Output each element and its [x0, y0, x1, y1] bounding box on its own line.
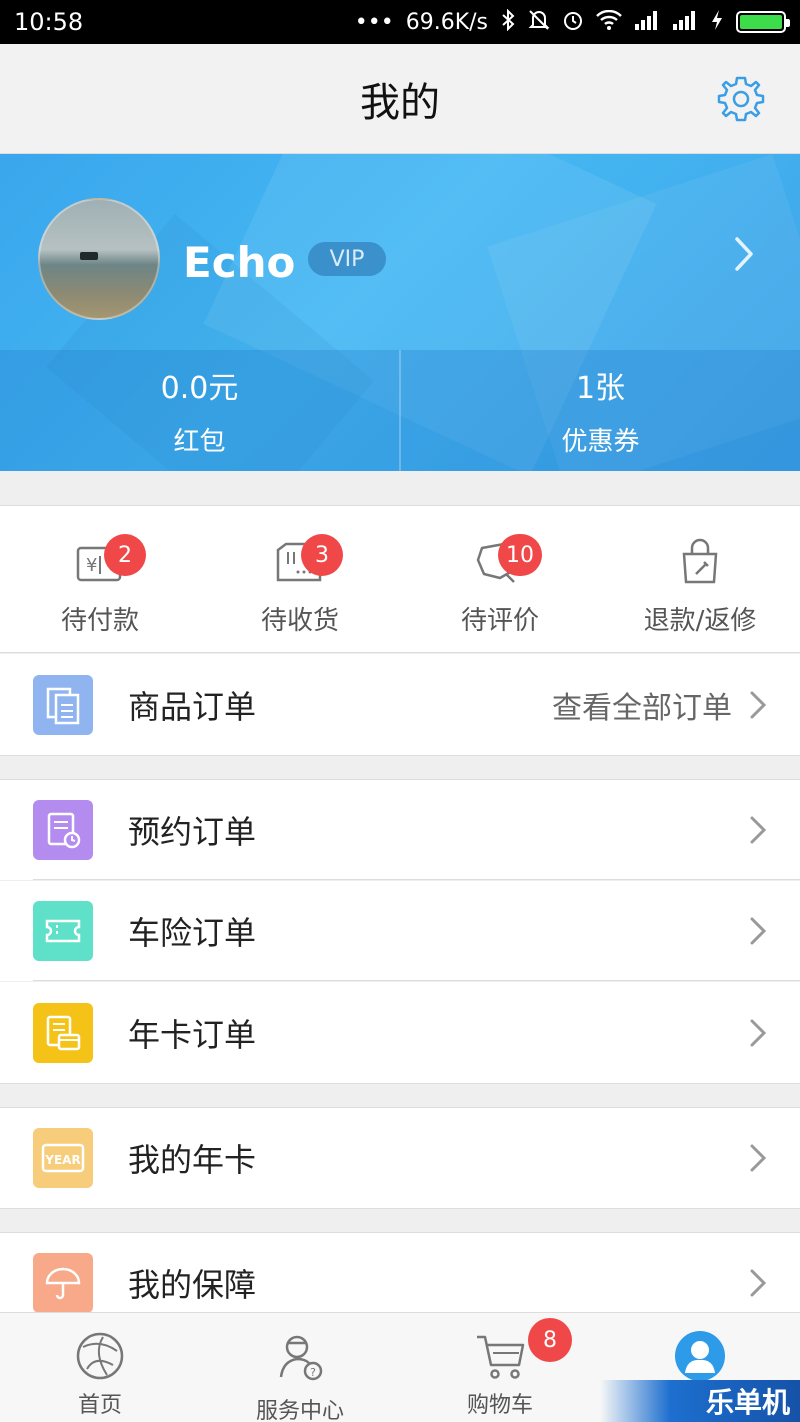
row-label: 车险订单: [128, 914, 257, 952]
order-status-label: 待评价: [460, 606, 539, 636]
divider: [0, 1208, 800, 1209]
avatar[interactable]: [38, 198, 160, 320]
row-my-annual-card[interactable]: YEAR 我的年卡: [0, 1108, 800, 1208]
more-dots-icon: •••: [354, 9, 394, 35]
status-bar: 10:58 ••• 69.6K/s: [0, 0, 800, 44]
svg-text:¥: ¥: [86, 555, 97, 576]
row-label: 年卡订单: [128, 1015, 257, 1054]
avatar-boat: [80, 252, 98, 260]
chevron-right-icon: [750, 917, 766, 945]
network-speed: 69.6K/s: [405, 9, 488, 35]
battery-icon: [736, 11, 790, 33]
profile-icon: [675, 1331, 725, 1381]
bluetooth-icon: [500, 8, 516, 36]
order-status-label: 待付款: [60, 606, 139, 636]
order-status-label: 退款/返修: [643, 606, 757, 636]
refund-icon: [682, 538, 718, 584]
status-icons: ••• 69.6K/s: [354, 8, 790, 36]
appointment-orders-icon: [33, 800, 93, 860]
nav-label: 首页: [77, 1393, 122, 1418]
order-status-pending-review[interactable]: 10 待评价: [400, 506, 600, 652]
profile-stats: 0.0元 红包 1张 优惠券: [0, 350, 800, 471]
svg-text:?: ?: [310, 1366, 316, 1379]
order-status-label: 待收货: [260, 606, 339, 636]
divider: [33, 980, 800, 981]
profile-banner[interactable]: Echo VIP 0.0元 红包 1张 优惠券: [0, 154, 800, 471]
watermark: 乐单机: [600, 1380, 800, 1422]
badge: 10: [498, 534, 542, 576]
charging-icon: [710, 9, 724, 36]
alarm-icon: [562, 9, 584, 36]
order-status-pending-delivery[interactable]: 3 待收货: [200, 506, 400, 652]
divider: [0, 755, 800, 756]
username: Echo: [183, 238, 296, 287]
row-appointment-orders[interactable]: 预约订单: [0, 780, 800, 880]
order-status-refund[interactable]: 退款/返修: [600, 506, 800, 652]
year-icon-text: YEAR: [44, 1153, 80, 1167]
order-status-row: ¥ 2 待付款 3 待收货 10 待评价 退款/返修: [0, 505, 800, 653]
row-label: 预约订单: [128, 813, 257, 851]
stat-label: 优惠券: [561, 427, 640, 457]
chevron-right-icon: [750, 1269, 766, 1297]
badge: 2: [104, 534, 146, 576]
stat-red-packet[interactable]: 0.0元 红包: [0, 350, 399, 471]
chevron-right-icon[interactable]: [734, 236, 754, 272]
mute-bell-icon: [528, 9, 550, 36]
badge: 3: [301, 534, 343, 576]
nav-home[interactable]: 首页: [0, 1313, 200, 1422]
chevron-right-icon: [750, 691, 766, 718]
row-label: 商品订单: [128, 687, 257, 726]
row-label: 我的保障: [128, 1266, 257, 1304]
settings-gear-icon[interactable]: [716, 74, 766, 124]
annual-card-orders-icon: [33, 1002, 93, 1063]
stat-value: 1张: [575, 371, 626, 406]
chevron-right-icon: [750, 1019, 766, 1046]
home-icon: [76, 1332, 124, 1380]
status-time: 10:58: [14, 8, 84, 36]
service-center-icon: ?: [279, 1335, 323, 1381]
nav-service-center[interactable]: ? 服务中心: [200, 1313, 400, 1422]
cart-icon: [477, 1335, 525, 1379]
wifi-icon: [596, 9, 622, 35]
order-status-pending-payment[interactable]: ¥ 2 待付款: [0, 506, 200, 652]
nav-label: 服务中心: [255, 1399, 344, 1422]
row-label: 我的年卡: [128, 1141, 257, 1179]
cart-badge: 8: [528, 1318, 572, 1362]
row-product-orders[interactable]: 商品订单 查看全部订单: [0, 654, 800, 755]
stat-label: 红包: [173, 427, 226, 457]
header: 我的: [0, 44, 800, 154]
stat-coupon[interactable]: 1张 优惠券: [401, 350, 800, 471]
page-title: 我的: [360, 79, 440, 126]
umbrella-icon: [33, 1253, 93, 1313]
signal-2-icon: [672, 10, 698, 35]
signal-icon: [634, 10, 660, 35]
divider: [33, 879, 800, 880]
row-insurance-orders[interactable]: 车险订单: [0, 881, 800, 981]
view-all-orders-link[interactable]: 查看全部订单: [552, 683, 732, 727]
row-annual-card-orders[interactable]: 年卡订单: [0, 982, 800, 1083]
chevron-right-icon: [750, 816, 766, 844]
nav-cart[interactable]: 购物车: [400, 1313, 600, 1422]
nav-label: 购物车: [466, 1393, 533, 1418]
vip-badge: VIP: [308, 242, 386, 276]
product-orders-icon: [33, 674, 93, 735]
stat-value: 0.0元: [160, 371, 239, 406]
insurance-orders-icon: [33, 901, 93, 961]
year-card-icon: YEAR: [33, 1128, 93, 1188]
divider: [0, 1083, 800, 1084]
chevron-right-icon: [750, 1144, 766, 1172]
